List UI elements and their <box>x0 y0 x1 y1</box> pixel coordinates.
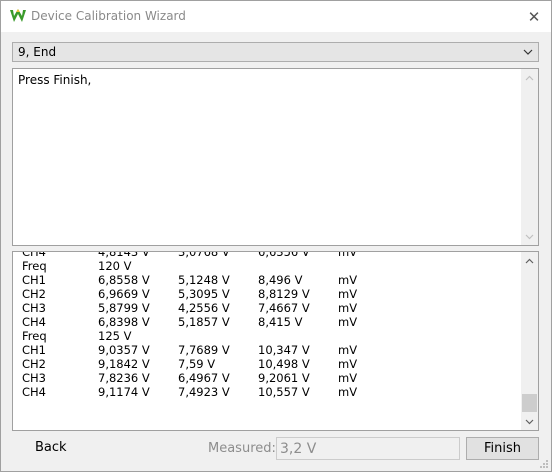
measured-input <box>280 440 455 457</box>
results-cell: mV <box>338 357 358 371</box>
scroll-down-button[interactable] <box>521 228 538 245</box>
instructions-scrollbar[interactable] <box>521 69 538 245</box>
measured-field <box>276 437 460 460</box>
results-cell: 5,1857 V <box>178 315 230 329</box>
results-cell: 7,59 V <box>178 357 216 371</box>
scroll-up-button[interactable] <box>521 69 538 86</box>
scrollbar-thumb[interactable] <box>522 394 537 412</box>
close-icon: ✕ <box>527 7 541 26</box>
results-cell: 10,347 V <box>258 343 310 357</box>
results-cell: 10,557 V <box>258 385 310 399</box>
results-cell: 9,1174 V <box>98 385 150 399</box>
results-cell: 6,8558 V <box>98 273 150 287</box>
results-cell: CH1 <box>22 273 46 287</box>
results-cell: 125 V <box>98 329 132 343</box>
scroll-down-arrow-icon <box>525 234 534 239</box>
instructions-text: Press Finish, <box>18 73 92 87</box>
results-cell: 5,8799 V <box>98 301 150 315</box>
results-cell: CH4 <box>22 251 46 259</box>
scroll-up-arrow-icon <box>525 258 534 263</box>
results-cell: 7,4923 V <box>178 385 230 399</box>
window-title: Device Calibration Wizard <box>31 9 186 23</box>
wizard-window: Device Calibration Wizard ✕ 9, End Press… <box>0 0 552 472</box>
results-cell: 7,7689 V <box>178 343 230 357</box>
results-cell: 120 V <box>98 259 132 273</box>
results-cell: 7,8236 V <box>98 371 150 385</box>
results-cell: 8,8129 V <box>258 287 310 301</box>
results-cell: mV <box>338 301 358 315</box>
results-cell: Freq <box>22 329 47 343</box>
app-logo-icon <box>10 9 26 22</box>
results-cell: CH4 <box>22 315 46 329</box>
results-scrollbar[interactable] <box>521 252 538 430</box>
results-cell: 10,498 V <box>258 357 310 371</box>
results-cell: CH3 <box>22 301 46 315</box>
results-cell: CH3 <box>22 371 46 385</box>
results-cell: Freq <box>22 259 47 273</box>
resize-grip-icon[interactable] <box>539 459 549 469</box>
results-cell: mV <box>338 287 358 301</box>
instructions-textbox[interactable]: Press Finish, <box>12 68 539 246</box>
results-cell: 8,415 V <box>258 315 303 329</box>
close-button[interactable]: ✕ <box>517 1 551 32</box>
chevron-down-icon <box>523 49 533 55</box>
results-cell: 5,1248 V <box>178 273 230 287</box>
results-cell: CH2 <box>22 357 46 371</box>
results-cell: CH1 <box>22 343 46 357</box>
finish-button[interactable]: Finish <box>466 437 539 460</box>
measured-label: Measured: <box>208 441 276 456</box>
results-cell: 6,8398 V <box>98 315 150 329</box>
step-dropdown[interactable]: 9, End <box>12 42 539 62</box>
results-cell: mV <box>338 371 358 385</box>
results-cell: 7,4667 V <box>258 301 310 315</box>
scroll-down-arrow-icon <box>525 419 534 424</box>
results-cell: mV <box>338 315 358 329</box>
scroll-up-button[interactable] <box>521 252 538 269</box>
results-cell: 6,6356 V <box>258 251 310 259</box>
results-cell: mV <box>338 273 358 287</box>
scroll-down-button[interactable] <box>521 413 538 430</box>
results-cell: mV <box>338 385 358 399</box>
title-bar: Device Calibration Wizard ✕ <box>1 1 551 32</box>
results-cell: 6,4967 V <box>178 371 230 385</box>
results-cell: 8,496 V <box>258 273 303 287</box>
results-cell: 3,0768 V <box>178 251 230 259</box>
results-cell: CH4 <box>22 385 46 399</box>
results-cell: 5,3095 V <box>178 287 230 301</box>
results-cell: 6,9669 V <box>98 287 150 301</box>
results-cell: 4,2556 V <box>178 301 230 315</box>
results-cell: 9,1842 V <box>98 357 150 371</box>
results-cell: mV <box>338 343 358 357</box>
results-cell: 9,2061 V <box>258 371 310 385</box>
scroll-up-arrow-icon <box>525 75 534 80</box>
back-button[interactable]: Back <box>35 440 67 455</box>
results-cell: 4,8143 V <box>98 251 150 259</box>
step-dropdown-value: 9, End <box>18 45 57 59</box>
results-log[interactable]: CH4 4,8143 V 3,0768 V 6,6356 V mV Freq 120 V CH… <box>12 251 539 431</box>
results-cell: CH2 <box>22 287 46 301</box>
results-cell: mV <box>338 251 358 259</box>
results-cell: 9,0357 V <box>98 343 150 357</box>
